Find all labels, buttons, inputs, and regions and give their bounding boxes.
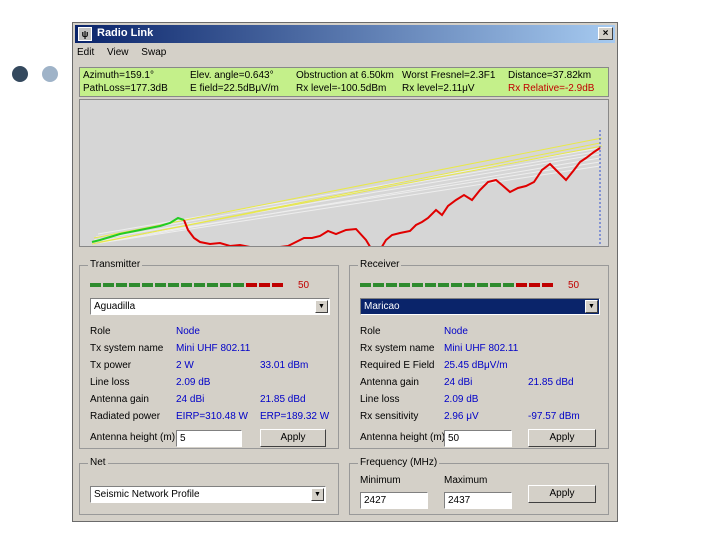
frequency-group: Frequency (MHz) Minimum Maximum 2427 243… xyxy=(349,457,609,515)
net-value: Seismic Network Profile xyxy=(94,489,200,500)
rx-level-uv-readout: Rx level=2.11μV xyxy=(402,83,475,94)
rx-antenna-height-input[interactable]: 50 xyxy=(444,430,512,447)
menu-bar: Edit View Swap xyxy=(77,47,176,63)
net-title: Net xyxy=(88,457,108,468)
menu-edit[interactable]: Edit xyxy=(77,47,94,58)
rx-relative-readout: Rx Relative=-2.9dB xyxy=(508,83,595,94)
slide-bullet-dark xyxy=(12,66,28,82)
tx-apply-button[interactable]: Apply xyxy=(260,429,326,447)
menu-view[interactable]: View xyxy=(107,47,129,58)
rx-antenna-gain-dbi: 24 dBi xyxy=(444,377,473,388)
tx-antenna-gain-dbi: 24 dBi xyxy=(176,394,205,405)
azimuth-readout: Azimuth=159.1° xyxy=(83,70,154,81)
rx-antenna-gain-dbd: 21.85 dBd xyxy=(528,377,574,388)
distance-readout: Distance=37.82km xyxy=(508,70,592,81)
terrain-profile-view[interactable] xyxy=(79,99,609,260)
frequency-apply-button[interactable]: Apply xyxy=(528,485,596,503)
tx-power-label: Tx power xyxy=(90,360,132,371)
tx-power-watts: 2 W xyxy=(176,360,194,371)
frequency-max-label: Maximum xyxy=(444,475,488,486)
tx-antenna-gain-dbd: 21.85 dBd xyxy=(260,394,306,405)
tx-antenna-gain-label: Antenna gain xyxy=(90,394,149,405)
tx-line-loss-label: Line loss xyxy=(90,377,130,388)
pathloss-readout: PathLoss=177.3dB xyxy=(83,83,168,94)
tx-antenna-height-value: 5 xyxy=(180,433,186,444)
efield-readout: E field=22.5dBμV/m xyxy=(190,83,279,94)
rx-sensitivity-dbm: -97.57 dBm xyxy=(528,411,580,422)
net-group: Net Seismic Network Profile ▼ xyxy=(79,457,339,515)
tx-erp-value: ERP=189.32 W xyxy=(260,411,330,422)
rx-role-value: Node xyxy=(444,326,468,337)
receiver-meter-value: 50 xyxy=(568,280,580,291)
receiver-title: Receiver xyxy=(358,259,402,270)
rx-line-loss-value: 2.09 dB xyxy=(444,394,479,405)
chevron-down-icon[interactable]: ▼ xyxy=(311,488,324,501)
rx-required-field-label: Required E Field xyxy=(360,360,435,371)
frequency-max-input[interactable]: 2437 xyxy=(444,492,512,509)
net-select[interactable]: Seismic Network Profile ▼ xyxy=(90,486,326,503)
tx-radiated-power-label: Radiated power xyxy=(90,411,161,422)
tx-role-label: Role xyxy=(90,326,111,337)
chevron-down-icon[interactable]: ▼ xyxy=(315,300,328,313)
tx-system-value: Mini UHF 802.11 xyxy=(176,343,251,354)
transmitter-site-select[interactable]: Aguadilla ▼ xyxy=(90,298,330,315)
link-summary-panel: Azimuth=159.1° Elev. angle=0.643° Obstru… xyxy=(79,67,609,97)
frequency-min-label: Minimum xyxy=(360,475,401,486)
rx-level-dbm-readout: Rx level=-100.5dBm xyxy=(296,83,387,94)
receiver-site-select[interactable]: Maricao ▼ xyxy=(360,298,600,315)
radio-link-window: ψ Radio Link × Edit View Swap Azimuth=15… xyxy=(72,22,618,522)
window-title: Radio Link xyxy=(97,27,154,39)
menu-swap[interactable]: Swap xyxy=(141,47,166,58)
rx-role-label: Role xyxy=(360,326,381,337)
terrain-profile-graph xyxy=(91,130,603,260)
elevation-readout: Elev. angle=0.643° xyxy=(190,70,274,81)
receiver-site-value: Maricao xyxy=(364,301,400,312)
transmitter-title: Transmitter xyxy=(88,259,143,270)
frequency-min-value: 2427 xyxy=(364,495,387,506)
rx-system-label: Rx system name xyxy=(360,343,435,354)
tx-role-value: Node xyxy=(176,326,200,337)
chevron-down-icon[interactable]: ▼ xyxy=(585,300,598,313)
radio-link-app-icon: ψ xyxy=(78,27,92,41)
slide-bullet-light xyxy=(42,66,58,82)
tx-line-loss-value: 2.09 dB xyxy=(176,377,211,388)
receiver-signal-meter xyxy=(360,283,555,289)
terrain-line-red xyxy=(183,147,601,256)
rx-sensitivity-label: Rx sensitivity xyxy=(360,411,419,422)
rx-apply-button[interactable]: Apply xyxy=(528,429,596,447)
tx-antenna-height-input[interactable]: 5 xyxy=(176,430,242,447)
tx-antenna-height-label: Antenna height (m) xyxy=(90,432,176,443)
frequency-min-input[interactable]: 2427 xyxy=(360,492,428,509)
tx-system-label: Tx system name xyxy=(90,343,164,354)
rx-sensitivity-uv: 2.96 μV xyxy=(444,411,479,422)
frequency-max-value: 2437 xyxy=(448,495,471,506)
rx-required-field-value: 25.45 dBμV/m xyxy=(444,360,508,371)
tx-power-dbm: 33.01 dBm xyxy=(260,360,309,371)
rx-antenna-height-label: Antenna height (m) xyxy=(360,432,446,443)
tx-eirp-value: EIRP=310.48 W xyxy=(176,411,248,422)
close-button[interactable]: × xyxy=(598,27,613,40)
transmitter-group: Transmitter 50 Aguadilla ▼ Role Node Tx … xyxy=(79,259,339,449)
transmitter-signal-meter xyxy=(90,283,285,289)
transmitter-site-value: Aguadilla xyxy=(94,301,136,312)
frequency-title: Frequency (MHz) xyxy=(358,457,440,468)
transmitter-meter-value: 50 xyxy=(298,280,310,291)
fresnel-readout: Worst Fresnel=2.3F1 xyxy=(402,70,496,81)
receiver-group: Receiver 50 Maricao ▼ Role Node Rx syste… xyxy=(349,259,609,449)
rx-antenna-height-value: 50 xyxy=(448,433,460,444)
obstruction-readout: Obstruction at 6.50km xyxy=(296,70,394,81)
rx-system-value: Mini UHF 802.11 xyxy=(444,343,519,354)
title-bar[interactable]: ψ Radio Link × xyxy=(75,25,615,43)
rx-line-loss-label: Line loss xyxy=(360,394,400,405)
rx-antenna-gain-label: Antenna gain xyxy=(360,377,419,388)
